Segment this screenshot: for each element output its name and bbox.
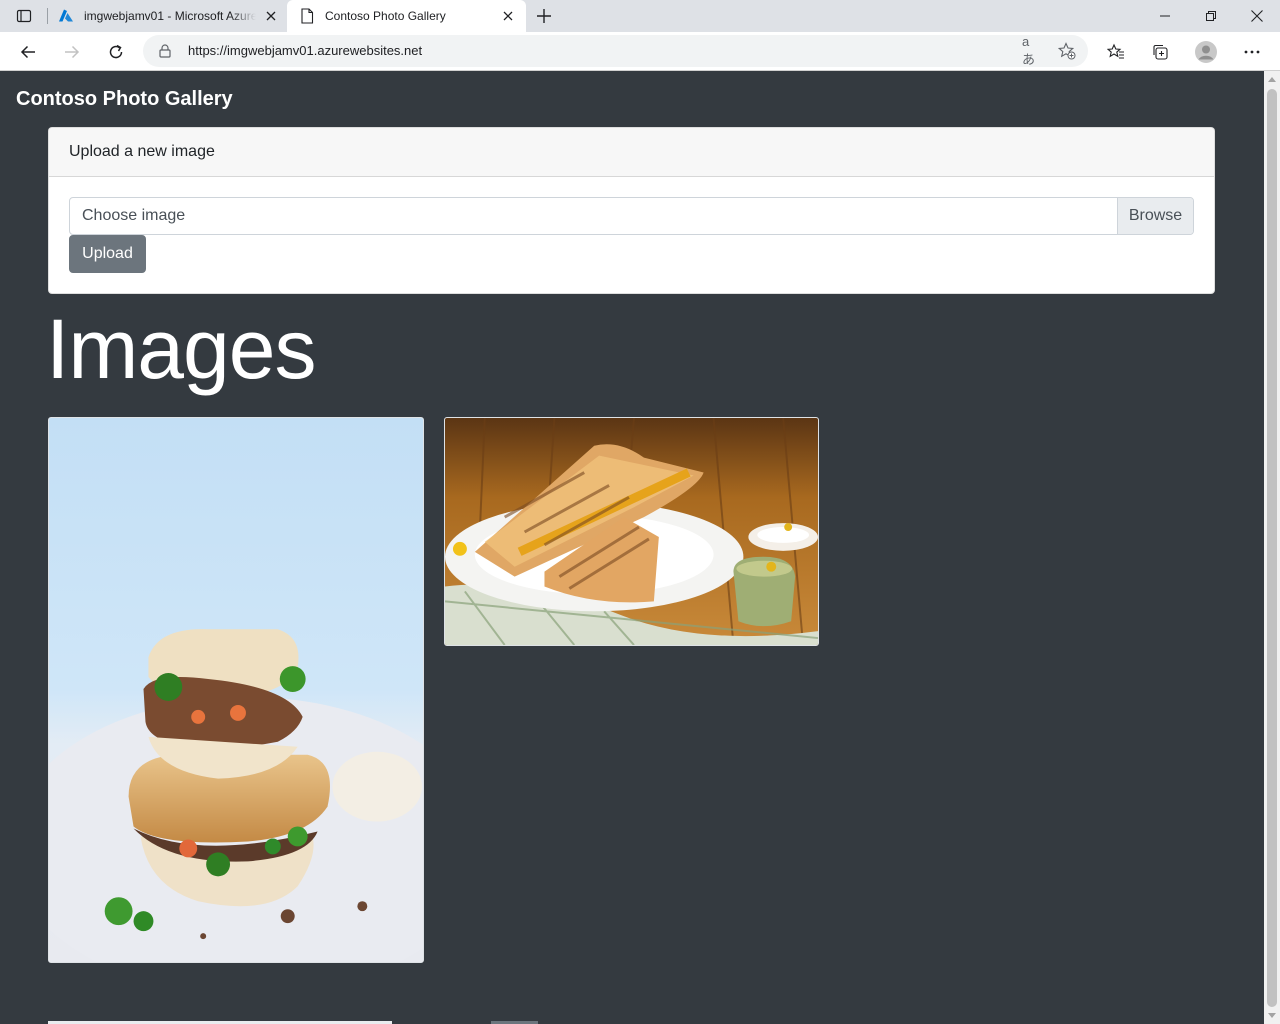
minimize-icon[interactable] <box>1142 0 1188 32</box>
scroll-down-icon[interactable] <box>1268 1013 1276 1018</box>
scroll-up-icon[interactable] <box>1268 77 1276 82</box>
collections-icon[interactable] <box>1144 36 1176 68</box>
scrollbar-thumb[interactable] <box>1267 89 1277 1007</box>
restore-icon[interactable] <box>1188 0 1234 32</box>
read-aloud-icon[interactable]: aあ <box>1022 34 1040 67</box>
more-options-icon[interactable] <box>1236 36 1268 68</box>
grilled-sandwich-photo[interactable] <box>444 417 819 646</box>
address-bar[interactable]: https://imgwebjamv01.azurewebsites.net a… <box>143 34 1088 67</box>
close-window-icon[interactable] <box>1234 0 1280 32</box>
favorites-icon[interactable] <box>1100 36 1132 68</box>
navbar-brand[interactable]: Contoso Photo Gallery <box>16 88 233 111</box>
vertical-scrollbar[interactable] <box>1264 71 1280 1024</box>
tab-title: imgwebjamv01 - Microsoft Azure <box>84 9 256 23</box>
forward-icon[interactable] <box>56 36 88 68</box>
page-content: Contoso Photo Gallery Upload a new image… <box>0 71 1264 1024</box>
file-input-placeholder: Choose image <box>82 207 186 224</box>
browser-toolbar: https://imgwebjamv01.azurewebsites.net a… <box>0 32 1280 71</box>
upload-button[interactable]: Upload <box>69 235 146 273</box>
page-icon <box>299 8 315 24</box>
close-tab-icon[interactable] <box>500 8 516 24</box>
tab-title: Contoso Photo Gallery <box>325 9 446 23</box>
refresh-icon[interactable] <box>100 36 132 68</box>
lock-icon[interactable] <box>157 43 173 59</box>
tab-contoso-photo-gallery[interactable]: Contoso Photo Gallery <box>287 0 526 32</box>
tab-actions-icon[interactable] <box>8 4 40 28</box>
upload-card-header: Upload a new image <box>49 128 1214 177</box>
images-heading: Images <box>46 302 316 396</box>
profile-avatar-icon[interactable] <box>1190 36 1222 68</box>
file-input[interactable]: Choose image Browse <box>69 197 1194 235</box>
azure-logo-icon <box>58 8 74 24</box>
url-text[interactable]: https://imgwebjamv01.azurewebsites.net <box>188 43 422 58</box>
upload-card: Upload a new image Choose image Browse U… <box>48 127 1215 294</box>
close-tab-icon[interactable] <box>263 8 279 24</box>
tab-azure-portal[interactable]: imgwebjamv01 - Microsoft Azure <box>48 0 286 32</box>
new-tab-icon[interactable] <box>532 4 556 28</box>
banh-mi-sandwich-photo[interactable] <box>48 417 424 963</box>
browse-button[interactable]: Browse <box>1117 198 1193 234</box>
back-icon[interactable] <box>12 36 44 68</box>
add-favorite-icon[interactable] <box>1058 42 1076 60</box>
tab-strip: imgwebjamv01 - Microsoft Azure Contoso P… <box>0 0 1280 32</box>
